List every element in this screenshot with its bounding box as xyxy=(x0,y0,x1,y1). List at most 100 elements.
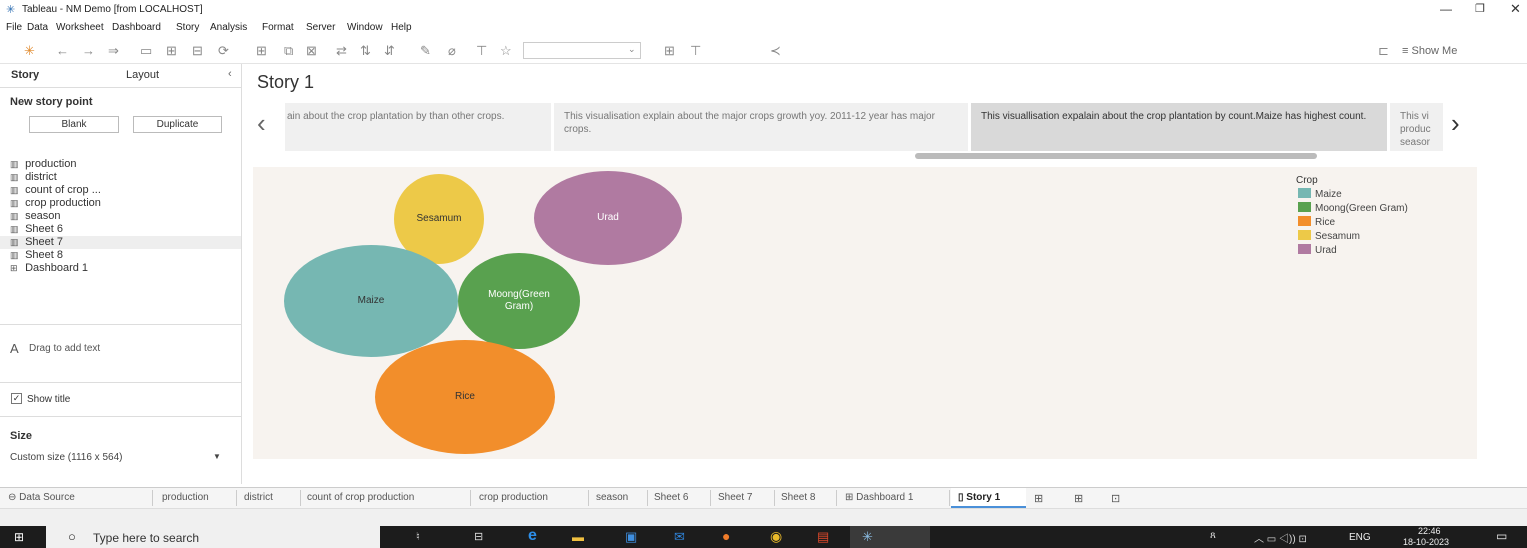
share-icon[interactable]: ≺ xyxy=(770,43,781,59)
pin-icon[interactable]: ☆ xyxy=(500,43,512,59)
sheet-item-production[interactable]: ▥ production xyxy=(10,158,240,171)
tab-sheet-8[interactable]: Sheet 8 xyxy=(781,492,815,503)
story-prev-arrow-icon[interactable]: ‹ xyxy=(257,110,266,136)
bubble-urad[interactable]: Urad xyxy=(534,171,682,265)
story-point-3[interactable]: This visuallisation expalain about the c… xyxy=(971,103,1387,151)
menu-file[interactable]: File xyxy=(6,22,22,33)
menu-worksheet[interactable]: Worksheet xyxy=(56,22,104,33)
show-title-checkbox[interactable]: ✓ xyxy=(11,393,22,404)
edge-browser-icon[interactable]: e xyxy=(528,527,537,545)
bubble-moong[interactable]: Moong(Green Gram) xyxy=(458,253,580,349)
tab-dashboard-1[interactable]: ⊞ Dashboard 1 xyxy=(845,492,913,503)
firefox-icon[interactable]: ● xyxy=(722,528,730,544)
clock-time[interactable]: 22:46 xyxy=(1418,526,1441,536)
menu-analysis[interactable]: Analysis xyxy=(210,22,247,33)
notifications-icon[interactable]: ▭ xyxy=(1496,529,1507,543)
new-worksheet-tab-icon[interactable]: ⊞ xyxy=(1034,492,1043,505)
taskbar-search-input[interactable]: Type here to search xyxy=(93,531,199,545)
chrome-icon[interactable]: ◉ xyxy=(770,528,782,545)
legend-item-rice[interactable]: Rice xyxy=(1298,216,1335,228)
bubble-maize[interactable]: Maize xyxy=(284,245,458,357)
minimize-icon[interactable]: — xyxy=(1440,2,1452,16)
new-worksheet-icon[interactable]: ⊞ xyxy=(256,43,267,59)
collapse-pane-icon[interactable]: ‹ xyxy=(228,68,232,80)
highlight-icon[interactable]: ✎ xyxy=(420,43,431,59)
system-tray-icons[interactable]: ︿ ▭ ◁)) ⊡ xyxy=(1254,530,1307,545)
menu-format[interactable]: Format xyxy=(262,22,294,33)
legend-item-maize[interactable]: Maize xyxy=(1298,188,1342,200)
story-point-2[interactable]: This visualisation explain about the maj… xyxy=(554,103,968,151)
menu-data[interactable]: Data xyxy=(27,22,48,33)
story-scrollbar[interactable] xyxy=(915,153,1317,159)
sheet-item-district[interactable]: ▥ district xyxy=(10,171,240,184)
story-point-1[interactable]: ain about the crop plantation by than ot… xyxy=(285,103,551,151)
menu-window[interactable]: Window xyxy=(347,22,383,33)
sheet-item-sheet-7[interactable]: ▥ Sheet 7 xyxy=(0,236,241,249)
menu-help[interactable]: Help xyxy=(391,22,412,33)
refresh-icon[interactable]: ⟳ xyxy=(218,43,229,59)
legend-item-urad[interactable]: Urad xyxy=(1298,244,1337,256)
clear-sheet-icon[interactable]: ⊠ xyxy=(306,43,317,59)
forward-icon[interactable]: → xyxy=(82,43,95,58)
tab-district[interactable]: district xyxy=(244,492,273,503)
presentation-icon[interactable]: ⊤ xyxy=(690,43,701,59)
microphone-icon[interactable]: ♮ xyxy=(416,530,420,543)
tab-sheet-7[interactable]: Sheet 7 xyxy=(718,492,752,503)
tab-story-1[interactable]: ▯ Story 1 xyxy=(958,492,1000,503)
save-icon[interactable]: ▭ xyxy=(140,43,152,59)
tab-sheet-6[interactable]: Sheet 6 xyxy=(654,492,688,503)
sheet-item-sheet-8[interactable]: ▥ Sheet 8 xyxy=(10,249,240,262)
language-indicator[interactable]: ENG xyxy=(1349,532,1371,543)
label-icon[interactable]: ⊤ xyxy=(476,43,487,59)
tab-data-source[interactable]: ⊖ Data Source xyxy=(8,492,75,503)
tab-production[interactable]: production xyxy=(162,492,209,503)
task-view-icon[interactable]: ⊟ xyxy=(474,530,483,543)
sheet-item-crop-production[interactable]: ▥ crop production xyxy=(10,197,240,210)
story-next-arrow-icon[interactable]: › xyxy=(1451,110,1460,136)
sheet-item-count-of-crop[interactable]: ▥ count of crop ... xyxy=(10,184,240,197)
pause-icon[interactable]: ⊟ xyxy=(192,43,203,59)
store-icon[interactable]: ▣ xyxy=(625,529,637,545)
menu-story[interactable]: Story xyxy=(176,22,199,33)
redo-icon[interactable]: ⇒ xyxy=(108,43,119,59)
sheet-item-season[interactable]: ▥ season xyxy=(10,210,240,223)
show-me-button[interactable]: ≡ Show Me xyxy=(1402,45,1457,57)
duplicate-sheet-icon[interactable]: ⧉ xyxy=(284,43,293,59)
sort-descending-icon[interactable]: ⇵ xyxy=(384,43,395,59)
legend-item-moong[interactable]: Moong(Green Gram) xyxy=(1298,202,1408,214)
restore-icon[interactable]: ❐ xyxy=(1475,2,1485,15)
fit-dropdown[interactable] xyxy=(523,42,641,59)
close-icon[interactable]: ✕ xyxy=(1510,1,1521,17)
group-icon[interactable]: ⌀ xyxy=(448,43,456,59)
new-story-tab-icon[interactable]: ⊡ xyxy=(1111,492,1120,505)
sheet-item-sheet-6[interactable]: ▥ Sheet 6 xyxy=(10,223,240,236)
tab-layout[interactable]: Layout xyxy=(126,69,159,81)
duplicate-button[interactable]: Duplicate xyxy=(133,116,222,133)
windows-start-icon[interactable]: ⊞ xyxy=(14,530,24,544)
show-cards-icon[interactable]: ⊞ xyxy=(664,43,675,59)
size-dropdown[interactable]: Custom size (1116 x 564) xyxy=(10,452,122,463)
file-explorer-icon[interactable]: ▬ xyxy=(572,530,584,544)
mail-icon[interactable]: ✉ xyxy=(674,529,685,545)
swap-icon[interactable]: ⇄ xyxy=(336,43,347,59)
powerpoint-icon[interactable]: ▤ xyxy=(817,529,829,545)
people-icon[interactable]: ጸ xyxy=(1210,530,1216,541)
presentation-mode-icon[interactable]: ⊏ xyxy=(1378,43,1389,59)
tab-story[interactable]: Story xyxy=(11,69,39,81)
new-data-source-icon[interactable]: ⊞ xyxy=(166,43,177,59)
blank-button[interactable]: Blank xyxy=(29,116,119,133)
new-dashboard-tab-icon[interactable]: ⊞ xyxy=(1074,492,1083,505)
tab-count-of-crop-production[interactable]: count of crop production xyxy=(307,492,414,503)
menu-server[interactable]: Server xyxy=(306,22,335,33)
menu-dashboard[interactable]: Dashboard xyxy=(112,22,161,33)
bubble-rice[interactable]: Rice xyxy=(375,340,555,454)
drag-text-label[interactable]: Drag to add text xyxy=(29,343,100,354)
sort-ascending-icon[interactable]: ⇅ xyxy=(360,43,371,59)
tableau-home-icon[interactable]: ✳ xyxy=(24,43,35,59)
tab-season[interactable]: season xyxy=(596,492,628,503)
sheet-item-dashboard-1[interactable]: ⊞ Dashboard 1 xyxy=(10,262,240,275)
legend-item-sesamum[interactable]: Sesamum xyxy=(1298,230,1360,242)
tab-crop-production[interactable]: crop production xyxy=(479,492,548,503)
story-point-4[interactable]: This vi produc seasor xyxy=(1390,103,1443,151)
clock-date[interactable]: 18-10-2023 xyxy=(1403,537,1449,547)
